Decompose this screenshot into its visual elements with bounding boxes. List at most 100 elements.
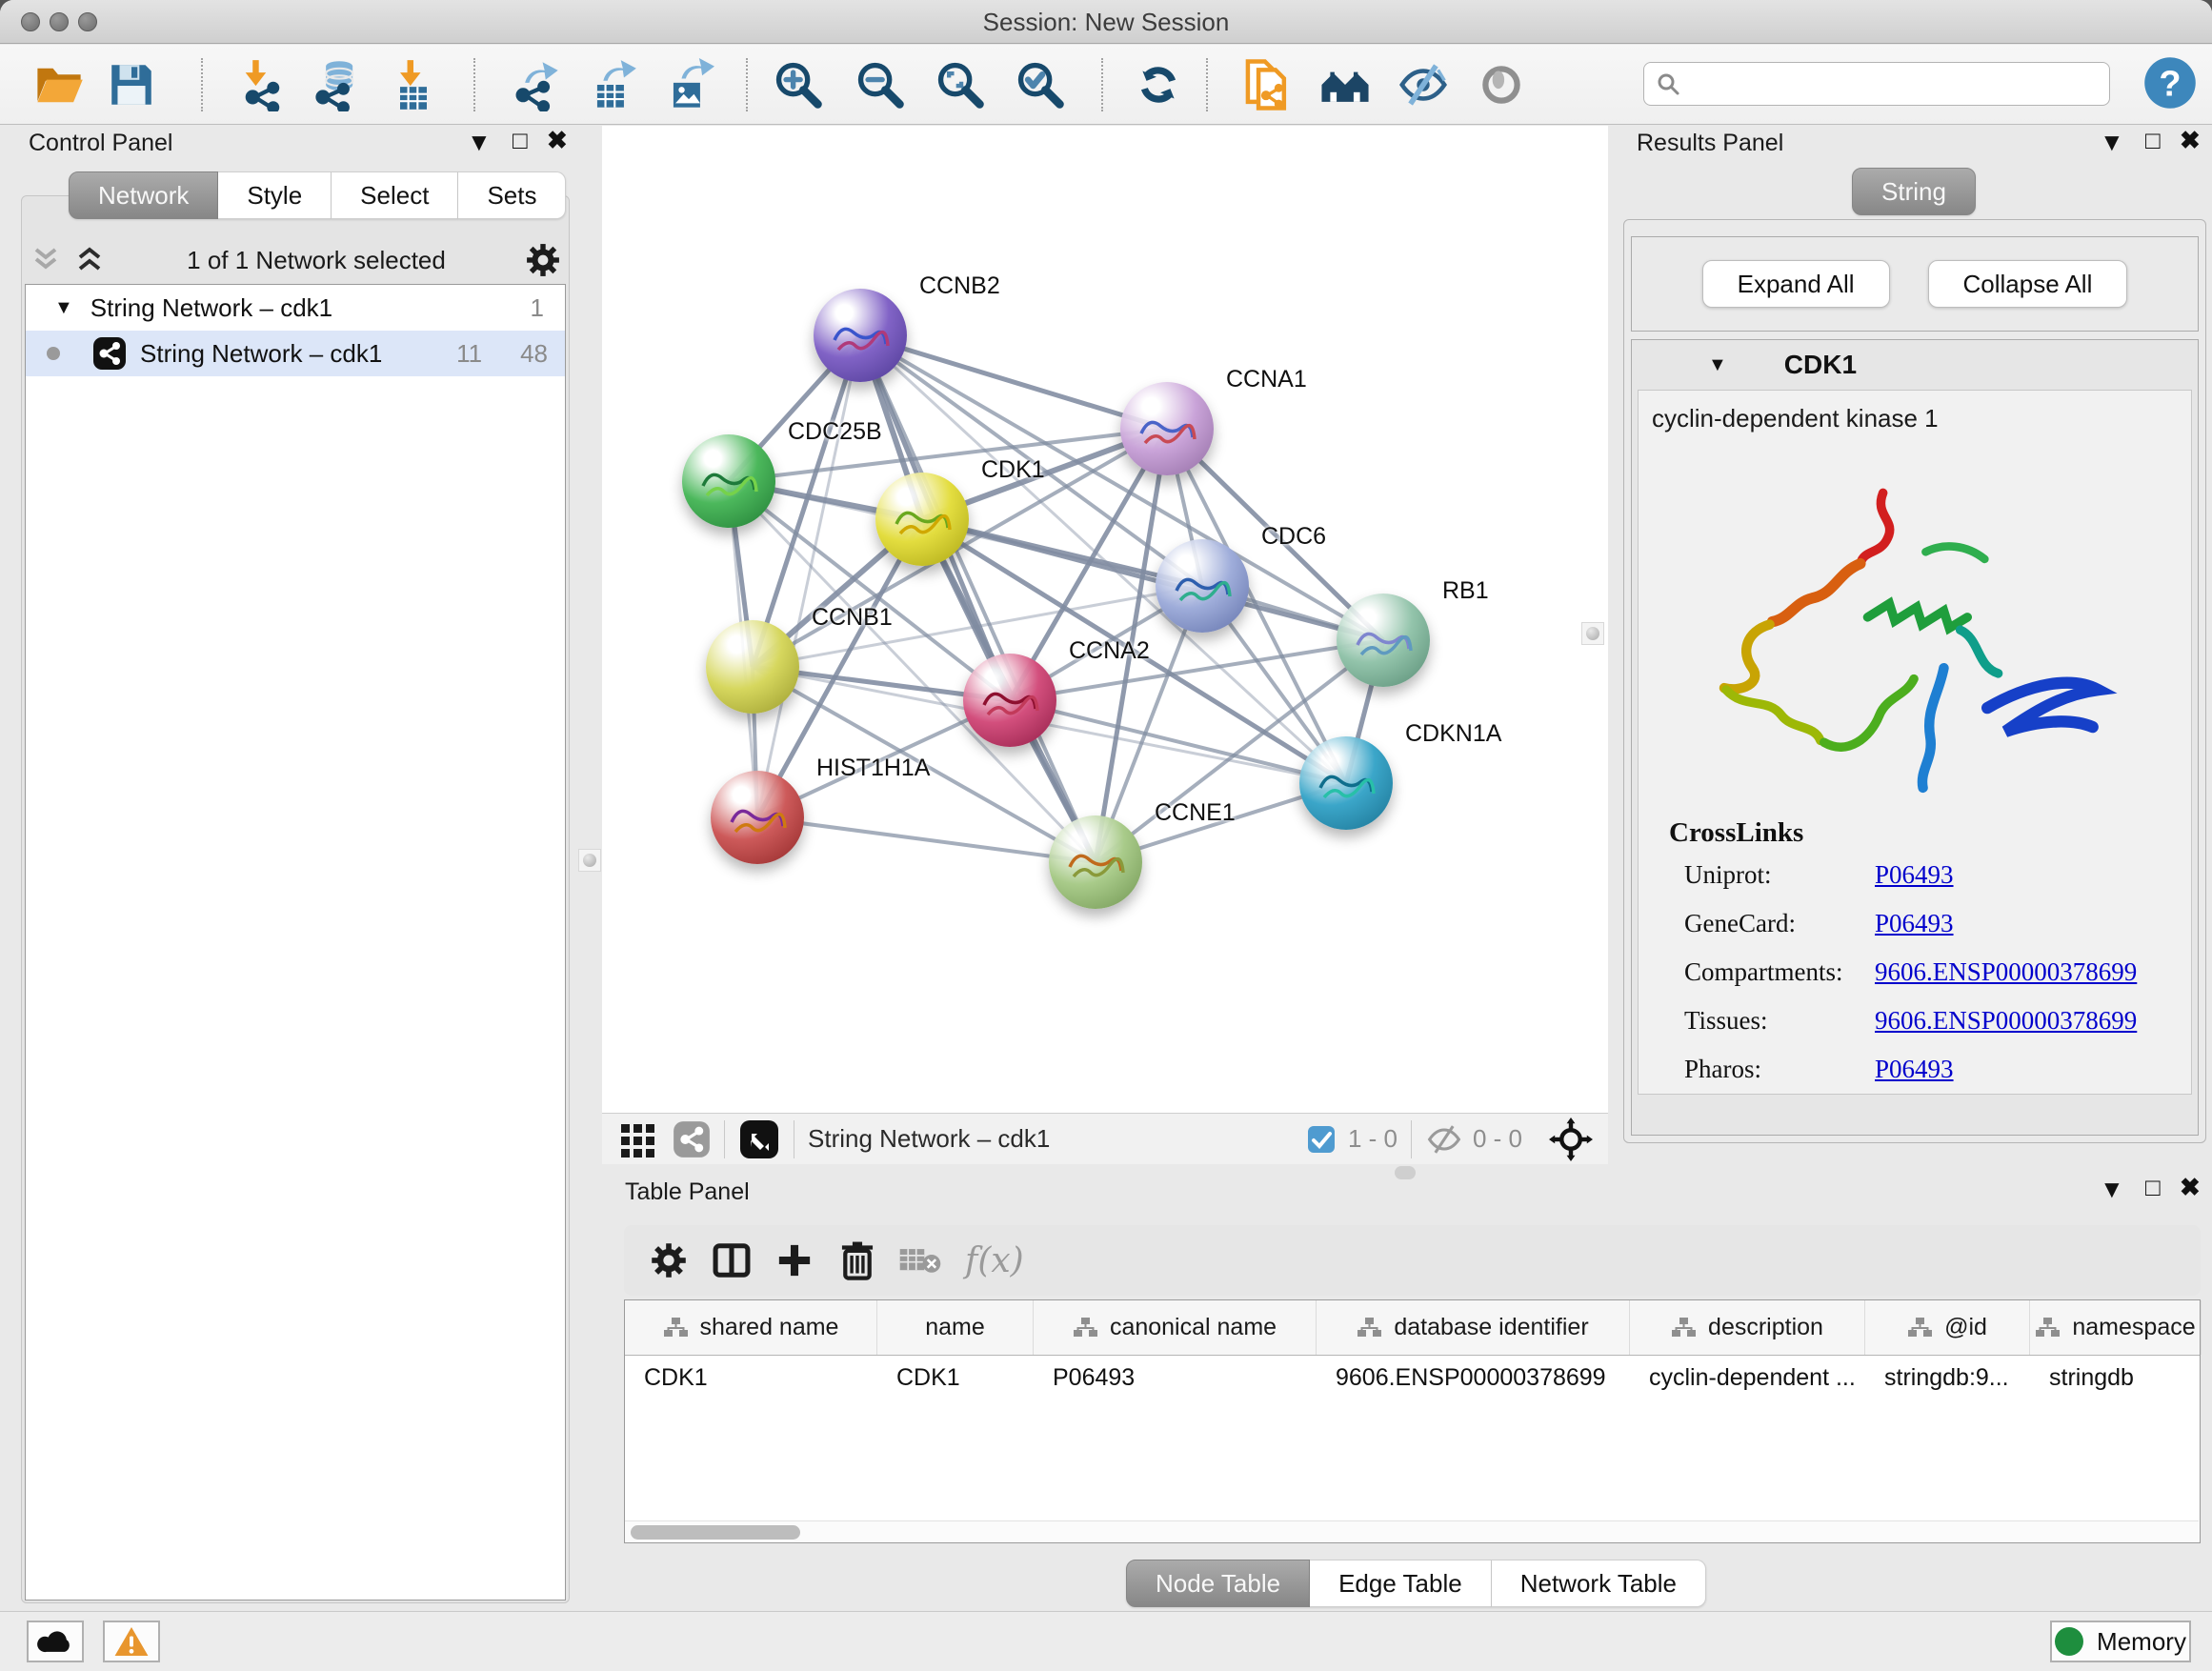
network-node-ccne1[interactable]: [1049, 815, 1142, 909]
zoom-in-button[interactable]: [770, 56, 827, 113]
zoom-fit-button[interactable]: [932, 56, 989, 113]
column-header-namespace[interactable]: namespace: [2030, 1300, 2202, 1355]
network-node-ccnb1[interactable]: [706, 620, 799, 714]
network-node-ccnb2[interactable]: [814, 289, 907, 382]
export-table-button[interactable]: [583, 56, 640, 113]
function-builder-button[interactable]: f(x): [965, 1241, 1024, 1280]
import-network-database-button[interactable]: [309, 56, 366, 113]
tree-expander-icon[interactable]: ▼: [54, 297, 73, 319]
collapse-all-icon[interactable]: [29, 246, 65, 274]
results-panel-close-icon[interactable]: ✖: [2180, 126, 2201, 154]
network-view-share-icon[interactable]: [673, 1120, 711, 1158]
crosslink-link[interactable]: P06493: [1875, 1055, 1954, 1084]
table-row[interactable]: CDK1CDK1P064939606.ENSP00000378699cyclin…: [625, 1356, 2200, 1399]
column-header-canonical-name[interactable]: canonical name: [1034, 1300, 1317, 1355]
export-network-button[interactable]: [507, 56, 564, 113]
crosslink-link[interactable]: 9606.ENSP00000378699: [1875, 957, 2137, 987]
tab-select[interactable]: Select: [332, 171, 458, 219]
column-header-database-identifier[interactable]: database identifier: [1317, 1300, 1630, 1355]
import-table-file-button[interactable]: [385, 56, 442, 113]
results-panel-menu-icon[interactable]: ▼: [2100, 128, 2124, 156]
expand-all-button[interactable]: Expand All: [1702, 260, 1890, 308]
table-panel-close-icon[interactable]: ✖: [2180, 1173, 2201, 1201]
import-network-file-button[interactable]: [234, 56, 292, 113]
network-node-rb1[interactable]: [1337, 594, 1430, 687]
network-edge[interactable]: [860, 335, 1167, 429]
table-cell[interactable]: 9606.ENSP00000378699: [1317, 1356, 1630, 1399]
control-panel-menu-icon[interactable]: ▼: [467, 128, 492, 156]
tab-network-table[interactable]: Network Table: [1492, 1560, 1706, 1607]
table-panel-menu-icon[interactable]: ▼: [2100, 1175, 2124, 1203]
network-node-cdc25b[interactable]: [682, 434, 775, 528]
table-hscrollbar[interactable]: [625, 1520, 2199, 1542]
tab-node-table[interactable]: Node Table: [1126, 1560, 1310, 1607]
network-node-ccna2[interactable]: [963, 654, 1056, 747]
memory-status-button[interactable]: Memory: [2050, 1621, 2191, 1662]
table-cell[interactable]: cyclin-dependent ...: [1630, 1356, 1865, 1399]
tab-string[interactable]: String: [1852, 168, 1976, 215]
left-splitter-handle[interactable]: [578, 849, 601, 872]
collapse-all-button[interactable]: Collapse All: [1928, 260, 2128, 308]
column-header-name[interactable]: name: [877, 1300, 1034, 1355]
network-edge[interactable]: [757, 817, 1096, 862]
open-session-button[interactable]: [30, 56, 88, 113]
crosslink-link[interactable]: P06493: [1875, 909, 1954, 938]
table-options-button[interactable]: [637, 1234, 700, 1287]
tab-edge-table[interactable]: Edge Table: [1310, 1560, 1492, 1607]
crosslink-link[interactable]: 9606.ENSP00000378699: [1875, 1006, 2137, 1036]
control-panel-float-icon[interactable]: □: [513, 126, 528, 154]
zoom-selected-button[interactable]: [1012, 56, 1069, 113]
right-splitter-handle[interactable]: [1581, 622, 1604, 645]
column-header-id[interactable]: @id: [1865, 1300, 2030, 1355]
crosslink-link[interactable]: P06493: [1875, 860, 1954, 890]
network-edge[interactable]: [757, 335, 860, 817]
network-node-hist1h1a[interactable]: [711, 771, 804, 864]
new-network-from-selection-button[interactable]: [1238, 56, 1296, 113]
first-neighbors-button[interactable]: [1317, 56, 1374, 113]
show-columns-button[interactable]: [700, 1234, 763, 1287]
table-cell[interactable]: P06493: [1034, 1356, 1317, 1399]
move-target-icon[interactable]: [1549, 1117, 1593, 1161]
network-canvas[interactable]: CCNB2CCNA1CDC25BCDK1CDC6RB1CCNB1CCNA2CDK…: [602, 126, 1608, 1113]
network-row[interactable]: String Network – cdk1 11 48: [26, 331, 565, 376]
create-column-button[interactable]: [763, 1234, 826, 1287]
hscrollbar-thumb[interactable]: [631, 1525, 800, 1540]
gene-section-header[interactable]: ▼ CDK1: [1632, 340, 2198, 390]
bottom-splitter-handle[interactable]: [1395, 1166, 1416, 1179]
table-cell[interactable]: stringdb:9...: [1865, 1356, 2030, 1399]
zoom-out-button[interactable]: [852, 56, 909, 113]
highlight-button[interactable]: [1473, 56, 1530, 113]
network-node-cdk1[interactable]: [875, 473, 969, 566]
hidden-eye-icon[interactable]: [1425, 1123, 1463, 1156]
expand-all-icon[interactable]: [72, 246, 109, 274]
network-node-ccna1[interactable]: [1120, 382, 1214, 475]
apply-layout-button[interactable]: [1130, 56, 1187, 113]
gene-collapse-icon[interactable]: ▼: [1708, 354, 1727, 376]
save-session-button[interactable]: [103, 56, 160, 113]
cloud-status-button[interactable]: [27, 1621, 84, 1662]
tab-sets[interactable]: Sets: [458, 171, 566, 219]
delete-column-button[interactable]: [826, 1234, 889, 1287]
tab-style[interactable]: Style: [218, 171, 332, 219]
warning-status-button[interactable]: [103, 1621, 160, 1662]
help-button[interactable]: ?: [2142, 54, 2199, 111]
column-header-shared-name[interactable]: shared name: [625, 1300, 877, 1355]
grid-view-icon[interactable]: [619, 1120, 657, 1158]
selected-checkbox-icon[interactable]: [1306, 1124, 1337, 1155]
network-node-cdc6[interactable]: [1156, 539, 1249, 633]
table-cell[interactable]: CDK1: [877, 1356, 1034, 1399]
results-panel-float-icon[interactable]: □: [2145, 126, 2161, 154]
tab-network[interactable]: Network: [69, 171, 218, 219]
birdseye-view-icon[interactable]: [738, 1118, 780, 1160]
search-input[interactable]: [1690, 70, 2098, 98]
delete-table-button[interactable]: [889, 1234, 952, 1287]
show-hide-graphics-button[interactable]: [1395, 56, 1452, 113]
network-collection-row[interactable]: ▼ String Network – cdk1 1: [26, 285, 565, 331]
export-image-button[interactable]: [659, 56, 716, 113]
network-node-cdkn1a[interactable]: [1299, 736, 1393, 830]
table-cell[interactable]: stringdb: [2030, 1356, 2202, 1399]
network-options-gear-icon[interactable]: [524, 241, 562, 279]
control-panel-close-icon[interactable]: ✖: [547, 126, 568, 154]
column-header-description[interactable]: description: [1630, 1300, 1865, 1355]
table-cell[interactable]: CDK1: [625, 1356, 877, 1399]
